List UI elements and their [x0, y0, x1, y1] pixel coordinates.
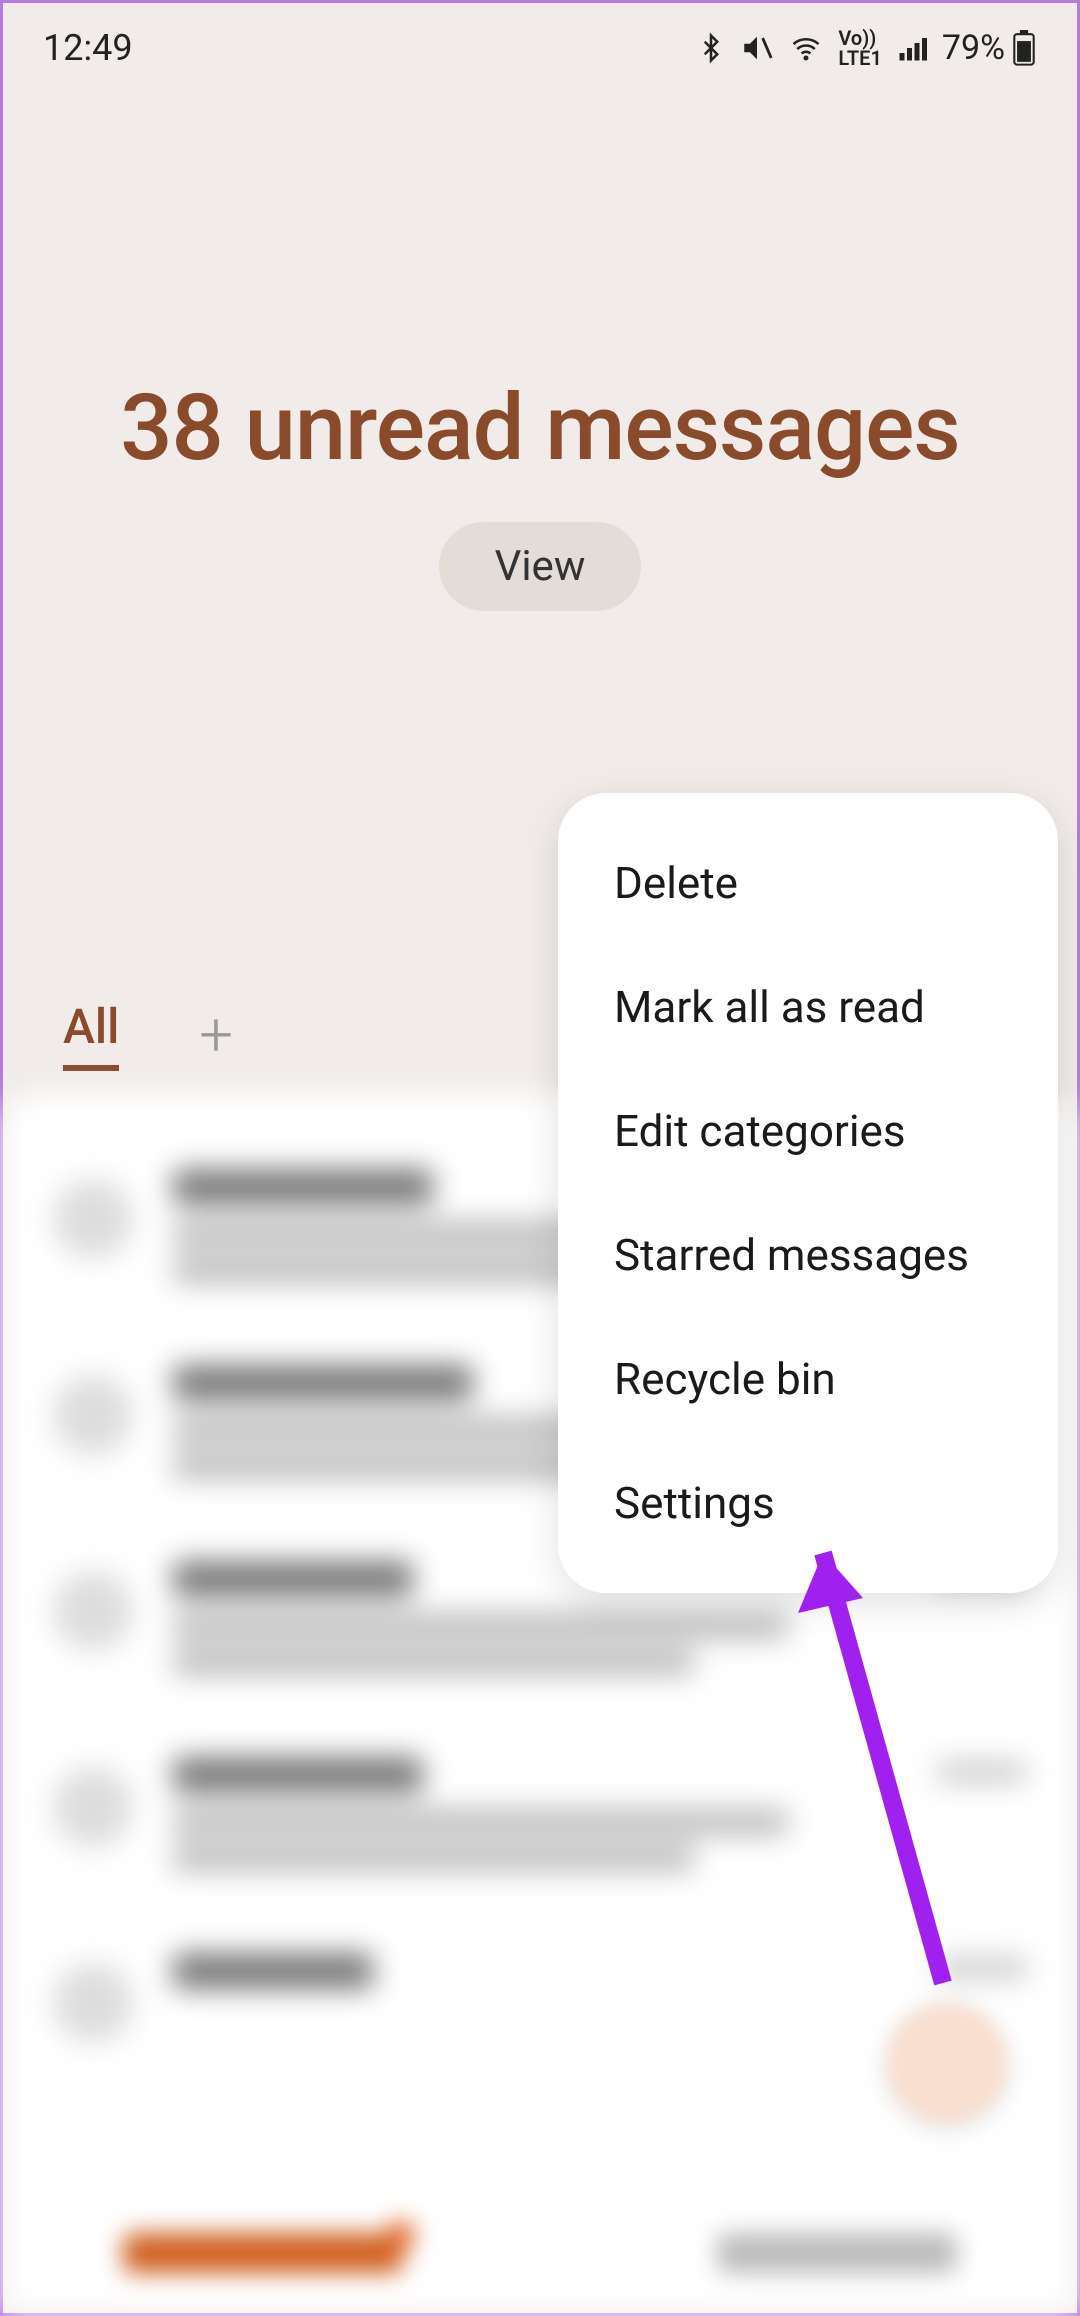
menu-delete[interactable]: Delete	[558, 821, 1058, 945]
avatar	[53, 1375, 133, 1455]
status-time: 12:49	[43, 27, 133, 69]
list-item[interactable]	[53, 1721, 1027, 1917]
signal-icon	[896, 33, 928, 63]
menu-recycle-bin[interactable]: Recycle bin	[558, 1317, 1058, 1441]
volte-icon: Vo))LTE1	[838, 28, 881, 68]
wifi-icon	[788, 33, 824, 63]
overflow-menu: Delete Mark all as read Edit categories …	[558, 793, 1058, 1593]
avatar	[53, 1571, 133, 1651]
unread-count-title: 38 unread messages	[120, 375, 960, 482]
bluetooth-icon	[696, 31, 726, 65]
menu-starred-messages[interactable]: Starred messages	[558, 1193, 1058, 1317]
mute-icon	[740, 31, 774, 65]
view-button[interactable]: View	[439, 522, 642, 611]
add-category-button[interactable]: +	[199, 999, 233, 1070]
compose-fab[interactable]	[887, 2003, 1007, 2123]
bottom-nav-item[interactable]	[717, 2233, 957, 2273]
bottom-nav-item[interactable]	[123, 2233, 403, 2273]
status-bar: 12:49 Vo))LTE1 79%	[3, 3, 1077, 93]
menu-mark-all-read[interactable]: Mark all as read	[558, 945, 1058, 1069]
bottom-nav	[3, 2193, 1077, 2313]
battery-indicator: 79%	[942, 28, 1037, 68]
menu-settings[interactable]: Settings	[558, 1441, 1058, 1565]
avatar	[53, 1179, 133, 1259]
avatar	[53, 1963, 133, 2043]
avatar	[53, 1767, 133, 1847]
status-icons: Vo))LTE1 79%	[696, 28, 1037, 68]
battery-percent: 79%	[942, 28, 1005, 68]
category-tabs: All +	[63, 998, 233, 1071]
menu-edit-categories[interactable]: Edit categories	[558, 1069, 1058, 1193]
battery-icon	[1011, 30, 1037, 66]
list-item[interactable]	[53, 1917, 1027, 2079]
tab-all[interactable]: All	[63, 998, 119, 1071]
